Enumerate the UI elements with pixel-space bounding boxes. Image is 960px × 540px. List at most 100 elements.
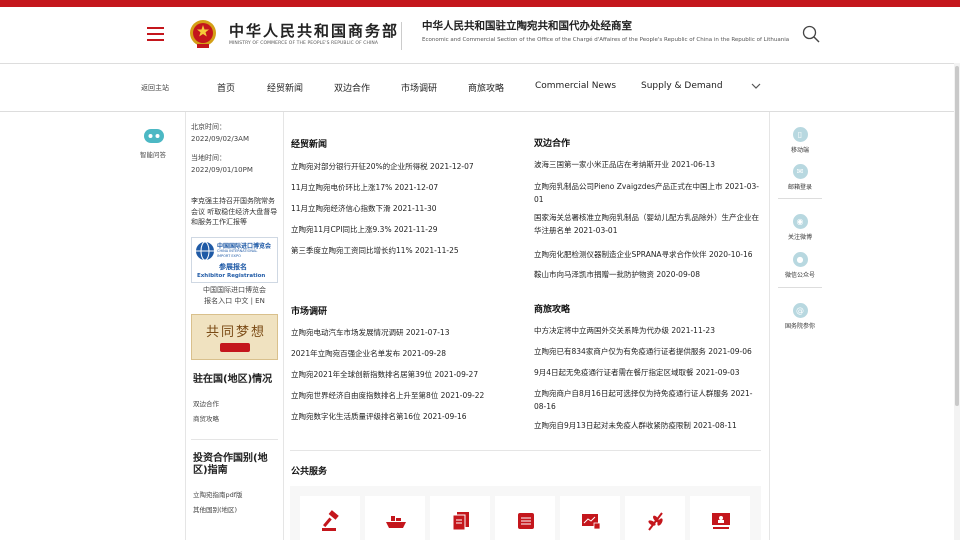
beijing-time-label: 北京时间： [191, 123, 226, 131]
travel-guide-item[interactable]: 9月4日起无免疫通行证者需在餐厅指定区域取餐 2021-09-03 [534, 366, 762, 379]
travel-guide-title[interactable]: 商旅攻略 [534, 302, 570, 315]
expo-register-cn: 参展报名 [219, 263, 247, 271]
robot-chat-label[interactable]: 智能问答 [140, 149, 166, 159]
bilateral-item[interactable]: 立陶宛乳制品公司Pieno Zvaigzdes产品正式在中国上市 2021-03… [534, 180, 762, 206]
mobile-icon: ▯ [792, 127, 808, 142]
market-research-item[interactable]: 立陶宛世界经济自由度指数排名上升至第8位 2021-09-22 [291, 389, 484, 402]
bilateral-item[interactable]: 立陶宛化肥检测仪器制造企业SPRANA寻求合作伙伴 2020-10-16 [534, 248, 762, 261]
at-icon: @ [792, 303, 808, 318]
ministry-name-en: MINISTRY OF COMMERCE OF THE PEOPLE'S REP… [229, 41, 379, 46]
nav-item-travel[interactable]: 商旅攻略 [468, 81, 504, 94]
service-ship[interactable] [365, 496, 425, 540]
mail-icon: ✉ [792, 164, 808, 179]
expo-name-en-1: CHINA INTERNATIONAL [217, 249, 258, 253]
nav-return-home[interactable]: 返回主站 [141, 83, 169, 93]
office-title: 中华人民共和国驻立陶宛共和国代办处经商室 Economic and Commer… [422, 19, 792, 44]
main-divider [290, 450, 761, 451]
expo-name-en-2: IMPORT EXPO [217, 254, 241, 258]
trade-news-item[interactable]: 11月立陶宛经济信心指数下滑 2021-11-30 [291, 202, 437, 215]
rail-state-council-label: 国务院参你 [784, 323, 815, 330]
nav-item-supply-demand[interactable]: Supply & Demand [641, 81, 723, 91]
presentation-icon [712, 513, 730, 529]
chart-lock-icon [582, 514, 601, 530]
local-time-label: 当地时间： [191, 154, 226, 162]
trade-news-item[interactable]: 11月立陶宛电价环比上涨17% 2021-12-07 [291, 181, 438, 194]
documents-icon [452, 512, 469, 531]
chevron-down-icon[interactable] [750, 79, 762, 93]
rail-wechat[interactable]: ● 微信公众号 [770, 252, 830, 279]
trade-news-title[interactable]: 经贸新闻 [291, 137, 327, 150]
travel-guide-item[interactable]: 立陶宛自9月13日起对未免疫人群收紧防疫限制 2021-08-11 [534, 419, 762, 432]
office-name-en: Economic and Commercial Section of the O… [422, 37, 790, 43]
service-wheat[interactable] [625, 496, 685, 540]
trade-news-item[interactable]: 立陶宛11月CPI同比上涨9.3% 2021-11-29 [291, 223, 438, 236]
bilateral-item[interactable]: 波海三国第一家小米正品店在考纳斯开业 2021-06-13 [534, 158, 762, 171]
wechat-icon: ● [792, 252, 808, 267]
investment-guide-other-link[interactable]: 其他国别(地区) [193, 504, 237, 514]
rail-mobile[interactable]: ▯ 移动端 [770, 127, 830, 154]
bilateral-item[interactable]: 国家海关总署核准立陶宛乳制品（婴幼儿配方乳品除外）生产企业在华注册名单 2021… [534, 211, 762, 237]
scrollbar-thumb[interactable] [955, 66, 959, 406]
local-time-value: 2022/09/01/10PM [191, 166, 253, 174]
search-icon[interactable] [802, 25, 820, 43]
bilateral-title[interactable]: 双边合作 [534, 136, 570, 149]
site-header: 中华人民共和国商务部 MINISTRY OF COMMERCE OF THE P… [0, 7, 960, 63]
rail-weibo-label: 关注微博 [787, 234, 812, 241]
market-research-item[interactable]: 立陶宛数字化生活质量评级排名第16位 2021-09-16 [291, 410, 467, 423]
rail-mail[interactable]: ✉ 邮箱登录 [770, 164, 830, 191]
country-info-link-guide[interactable]: 商贸攻略 [193, 413, 219, 423]
hamburger-menu-icon[interactable] [147, 27, 164, 41]
headline-link[interactable]: 李克强主持召开国务院常务会议 听取稳住经济大盘督导和服务工作汇报等 [191, 196, 279, 228]
service-gavel[interactable] [300, 496, 360, 540]
rail-wechat-label: 微信公众号 [784, 272, 815, 279]
expo-caption: 中国国际进口博览会 报名入口 中文 | EN [191, 285, 278, 307]
bilateral-item[interactable]: 鞍山市向马泽凯市捐赠一批防护物资 2020-09-08 [534, 268, 762, 281]
investment-guide-title[interactable]: 投资合作国别(地区)指南 [193, 453, 273, 477]
market-research-item[interactable]: 立陶宛电动汽车市场发展情况调研 2021-07-13 [291, 326, 449, 339]
travel-guide-item[interactable]: 立陶宛已有834家商户仅为有免疫通行证者提供服务 2021-09-06 [534, 345, 762, 358]
top-accent-bar [0, 0, 960, 7]
trade-news-item[interactable]: 第三季度立陶宛工资同比增长约11% 2021-11-25 [291, 244, 459, 257]
header-divider [401, 22, 402, 50]
travel-guide-item[interactable]: 立陶宛商户自8月16日起可选择仅为持免疫通行证人群服务 2021-08-16 [534, 387, 762, 413]
common-dream-banner[interactable]: 共同梦想 [191, 314, 278, 360]
investment-guide-pdf-link[interactable]: 立陶宛指南pdf版 [193, 489, 243, 499]
dream-seal [220, 343, 250, 352]
market-research-title[interactable]: 市场调研 [291, 304, 327, 317]
country-info-title[interactable]: 驻在国(地区)情况 [193, 374, 272, 386]
rail-divider [778, 198, 822, 199]
ministry-title[interactable]: 中华人民共和国商务部 MINISTRY OF COMMERCE OF THE P… [229, 22, 399, 48]
expo-banner[interactable]: 中国国际进口博览会 CHINA INTERNATIONAL IMPORT EXP… [191, 237, 278, 283]
service-list[interactable] [495, 496, 555, 540]
nav-item-research[interactable]: 市场调研 [401, 81, 437, 94]
weibo-icon: ◉ [792, 214, 808, 229]
service-chart-lock[interactable] [560, 496, 620, 540]
beijing-time-value: 2022/09/02/3AM [191, 135, 249, 143]
service-documents[interactable] [430, 496, 490, 540]
service-presentation[interactable] [690, 496, 750, 540]
trade-news-item[interactable]: 立陶宛对部分银行开征20%的企业所得税 2021-12-07 [291, 160, 474, 173]
gavel-icon [322, 510, 339, 531]
expo-caption-line2[interactable]: 报名入口 中文 | EN [191, 296, 278, 307]
nav-item-bilateral[interactable]: 双边合作 [334, 81, 370, 94]
main-content: 经贸新闻 立陶宛对部分银行开征20%的企业所得税 2021-12-07 11月立… [284, 112, 769, 540]
rail-state-council[interactable]: @ 国务院参你 [770, 303, 830, 330]
nav-item-trade-news[interactable]: 经贸新闻 [267, 81, 303, 94]
robot-chat-icon[interactable] [143, 127, 165, 145]
rail-divider [778, 287, 822, 288]
public-service-title[interactable]: 公共服务 [291, 464, 327, 477]
rail-weibo[interactable]: ◉ 关注微博 [770, 214, 830, 241]
country-info-link-bilateral[interactable]: 双边合作 [193, 398, 219, 408]
nav-item-home[interactable]: 首页 [217, 81, 235, 94]
market-research-item[interactable]: 2021年立陶宛百强企业名单发布 2021-09-28 [291, 347, 446, 360]
expo-caption-line1[interactable]: 中国国际进口博览会 [191, 285, 278, 296]
travel-guide-item[interactable]: 中方决定将中立两国外交关系降为代办级 2021-11-23 [534, 324, 762, 337]
nav-item-commercial-news[interactable]: Commercial News [535, 81, 616, 91]
right-rail: ▯ 移动端 ✉ 邮箱登录 ◉ 关注微博 ● 微信公众号 @ 国务院参你 [769, 112, 829, 540]
left-rail: 智能问答 [0, 112, 186, 540]
market-research-item[interactable]: 立陶宛2021年全球创新指数排名居第39位 2021-09-27 [291, 368, 478, 381]
main-nav: 返回主站 首页 经贸新闻 双边合作 市场调研 商旅攻略 Commercial N… [0, 63, 960, 112]
office-name-cn: 中华人民共和国驻立陶宛共和国代办处经商室 [422, 20, 632, 32]
list-icon [518, 513, 534, 529]
rail-mail-label: 邮箱登录 [787, 184, 812, 191]
